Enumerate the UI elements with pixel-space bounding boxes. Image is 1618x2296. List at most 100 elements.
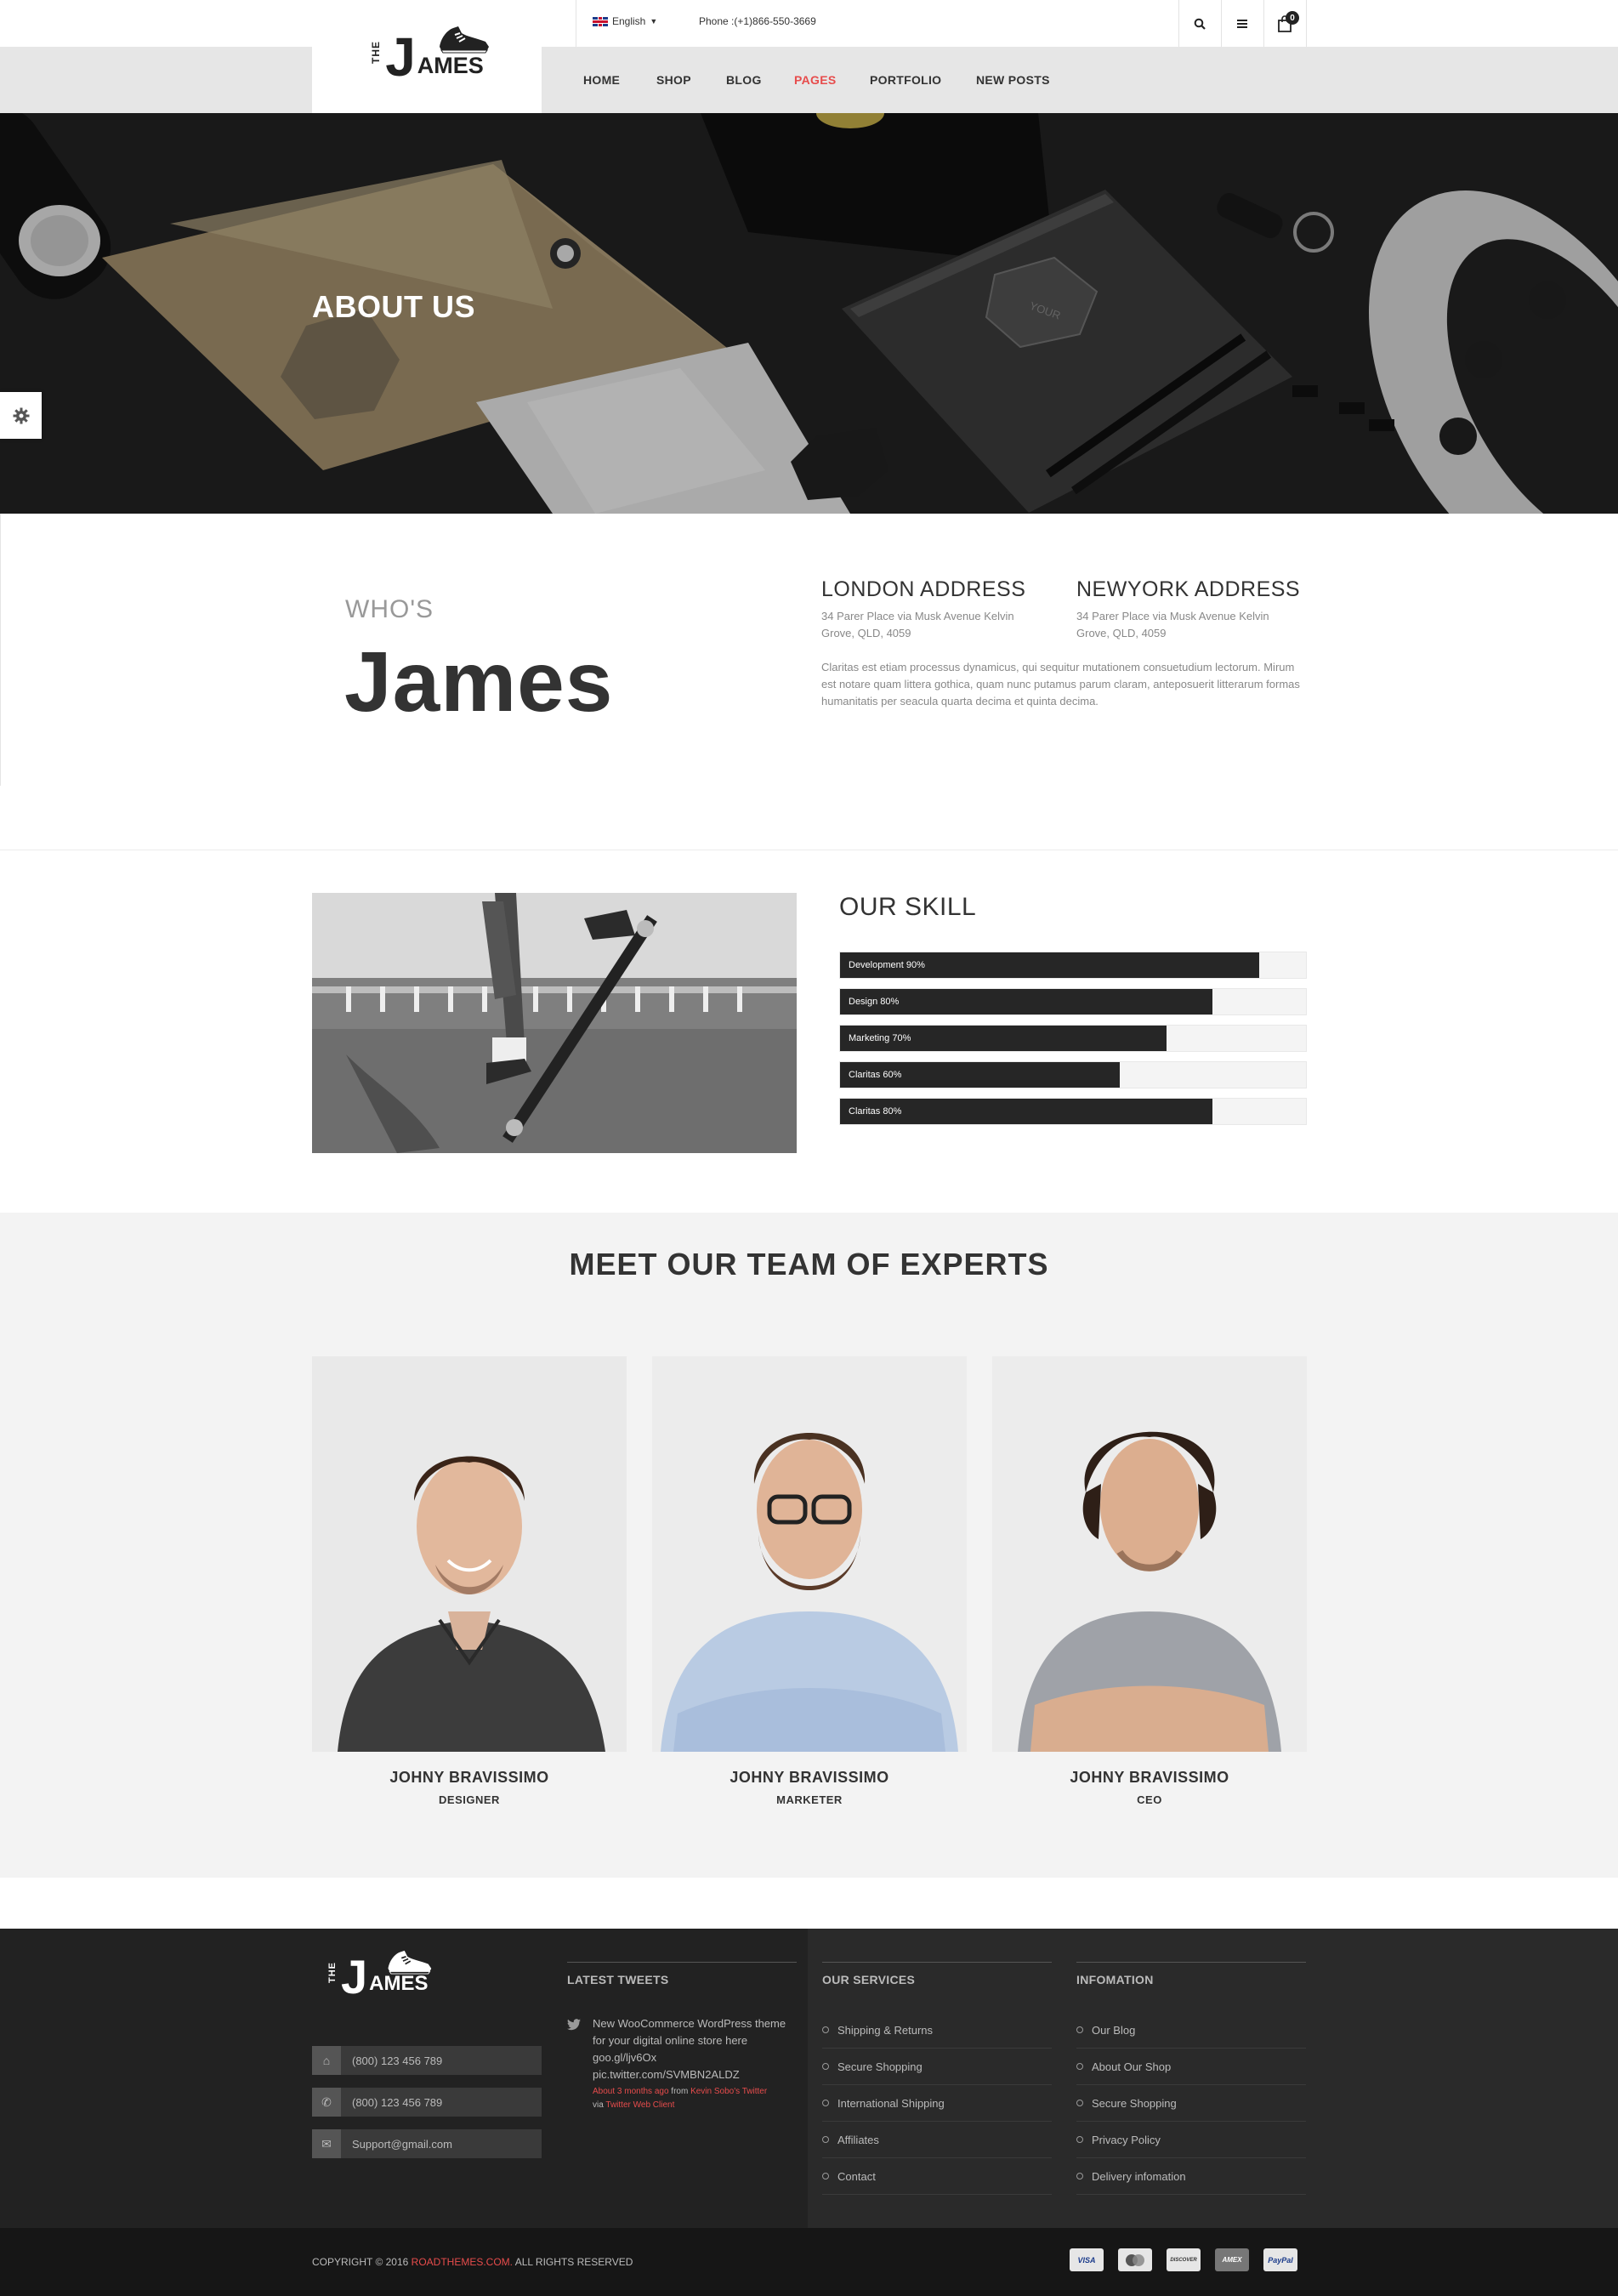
- divider: [567, 1962, 797, 1963]
- logo-ames: AMES: [369, 1972, 429, 1995]
- circle-bullet-icon: [1076, 2063, 1083, 2070]
- circle-bullet-icon: [822, 2100, 829, 2106]
- circle-bullet-icon: [1076, 2173, 1083, 2179]
- skill-bar: Design 80%: [839, 988, 1307, 1015]
- skill-bar: Claritas 60%: [839, 1061, 1307, 1088]
- whos-label: WHO'S: [345, 595, 434, 623]
- divider: [1306, 0, 1307, 47]
- amex-icon: AMEX: [1215, 2248, 1249, 2271]
- hero-stationery-image: YOUR: [0, 113, 1618, 514]
- footer-link[interactable]: Our Blog: [1076, 2012, 1306, 2049]
- skill-bar: Claritas 80%: [839, 1098, 1307, 1125]
- logo-ames: AMES: [417, 52, 484, 78]
- team-member-role: DESIGNER: [439, 1793, 500, 1806]
- footer-link[interactable]: International Shipping: [822, 2085, 1052, 2122]
- skill-bar-fill: Claritas 80%: [840, 1099, 1213, 1124]
- skill-bar-fill: Development 90%: [840, 952, 1260, 978]
- nav-blog[interactable]: BLOG: [726, 73, 762, 87]
- team-heading: MEET OUR TEAM OF EXPERTS: [569, 1247, 1049, 1282]
- footer-link[interactable]: Affiliates: [822, 2122, 1052, 2158]
- skill-label: Design 80%: [849, 997, 900, 1007]
- skill-label: Marketing 70%: [849, 1033, 911, 1043]
- london-address-text: 34 Parer Place via Musk Avenue Kelvin Gr…: [821, 610, 1014, 639]
- information-heading: INFOMATION: [1076, 1973, 1154, 1986]
- language-selector[interactable]: English ▼: [593, 15, 657, 27]
- team-member-name: JOHNY BRAVISSIMO: [730, 1769, 889, 1786]
- footer-link[interactable]: Secure Shopping: [1076, 2085, 1306, 2122]
- roadthemes-link[interactable]: ROADTHEMES.COM.: [412, 2256, 513, 2268]
- circle-bullet-icon: [1076, 2026, 1083, 2033]
- circle-bullet-icon: [1076, 2100, 1083, 2106]
- nav-portfolio[interactable]: PORTFOLIO: [870, 73, 941, 87]
- sneaker-icon: [440, 26, 490, 53]
- divider: [0, 514, 1, 786]
- footer-link[interactable]: Secure Shopping: [822, 2049, 1052, 2085]
- logo-the: THE: [327, 1962, 338, 1983]
- tweet-text: New WooCommerce WordPress theme for your…: [593, 2017, 786, 2081]
- team-member-role: CEO: [1137, 1793, 1162, 1806]
- skills-heading: OUR SKILL: [839, 893, 977, 921]
- visa-icon: VISA: [1070, 2248, 1104, 2271]
- cart-button[interactable]: 0: [1263, 9, 1306, 39]
- language-label: English: [612, 15, 646, 27]
- hero-banner: YOUR: [0, 113, 1618, 514]
- nav-shop[interactable]: SHOP: [656, 73, 691, 87]
- circle-bullet-icon: [822, 2063, 829, 2070]
- footer-link[interactable]: Shipping & Returns: [822, 2012, 1052, 2049]
- nav-new-posts[interactable]: NEW POSTS: [976, 73, 1050, 87]
- circle-bullet-icon: [822, 2026, 829, 2033]
- footer-link[interactable]: Privacy Policy: [1076, 2122, 1306, 2158]
- paypal-icon: PayPal: [1263, 2248, 1297, 2271]
- newyork-address-text: 34 Parer Place via Musk Avenue Kelvin Gr…: [1076, 610, 1269, 639]
- search-button[interactable]: [1178, 9, 1221, 39]
- circle-bullet-icon: [822, 2136, 829, 2143]
- services-heading: OUR SERVICES: [822, 1973, 916, 1986]
- team-member-name: JOHNY BRAVISSIMO: [1070, 1769, 1229, 1786]
- divider: [1076, 1962, 1306, 1963]
- twitter-icon: [567, 2019, 581, 2031]
- settings-toggle[interactable]: [0, 392, 42, 439]
- team-photo-ceo[interactable]: [992, 1356, 1307, 1752]
- skateboard-photo: [312, 893, 797, 1153]
- phone-number: Phone :(+1)866-550-3669: [699, 15, 816, 27]
- page-title: ABOUT US: [312, 289, 475, 324]
- logo-j: J: [385, 26, 416, 88]
- team-member-role: MARKETER: [776, 1793, 843, 1806]
- payment-methods: VISA DISCOVER AMEX PayPal: [1070, 2248, 1297, 2271]
- circle-bullet-icon: [822, 2173, 829, 2179]
- intro-name: James: [344, 634, 614, 730]
- newyork-address-heading: NEWYORK ADDRESS: [1076, 577, 1301, 601]
- chevron-down-icon: ▼: [650, 17, 658, 26]
- logo-link[interactable]: THE J AMES: [312, 0, 542, 113]
- london-address-heading: LONDON ADDRESS: [821, 577, 1026, 601]
- tweet-author-link[interactable]: Kevin Sobo's Twitter: [690, 2087, 767, 2096]
- footer-link[interactable]: Delivery infomation: [1076, 2158, 1306, 2195]
- footer-logo[interactable]: THE J AMES: [327, 1950, 432, 2003]
- envelope-icon: ✉: [312, 2129, 341, 2158]
- menu-button[interactable]: [1221, 9, 1263, 39]
- skill-bar: Marketing 70%: [839, 1025, 1307, 1052]
- team-photo-designer[interactable]: [312, 1356, 627, 1752]
- nav-home[interactable]: HOME: [583, 73, 620, 87]
- discover-icon: DISCOVER: [1167, 2248, 1201, 2271]
- skill-bar: Development 90%: [839, 952, 1307, 979]
- footer-link[interactable]: About Our Shop: [1076, 2049, 1306, 2085]
- footer-link[interactable]: Contact: [822, 2158, 1052, 2195]
- gear-icon: [13, 407, 29, 423]
- team-photo-marketer[interactable]: [652, 1356, 967, 1752]
- nav-pages[interactable]: PAGES: [794, 73, 836, 87]
- phone-icon: ✆: [312, 2088, 341, 2117]
- uk-flag-icon: [593, 16, 608, 26]
- circle-bullet-icon: [1076, 2136, 1083, 2143]
- site-logo: THE J AMES: [370, 26, 490, 88]
- contact-email[interactable]: ✉ Support@gmail.com: [312, 2129, 542, 2158]
- divider: [822, 1962, 1052, 1963]
- intro-description: Claritas est etiam processus dynamicus, …: [821, 661, 1300, 708]
- tweet-client-link[interactable]: Twitter Web Client: [605, 2100, 674, 2110]
- tweets-heading: LATEST TWEETS: [567, 1973, 669, 1986]
- skill-bar-fill: Design 80%: [840, 989, 1213, 1014]
- tweet-time[interactable]: About 3 months ago: [593, 2087, 669, 2096]
- skill-label: Development 90%: [849, 960, 925, 970]
- logo-j: J: [341, 1950, 368, 2003]
- mastercard-icon: [1118, 2248, 1152, 2271]
